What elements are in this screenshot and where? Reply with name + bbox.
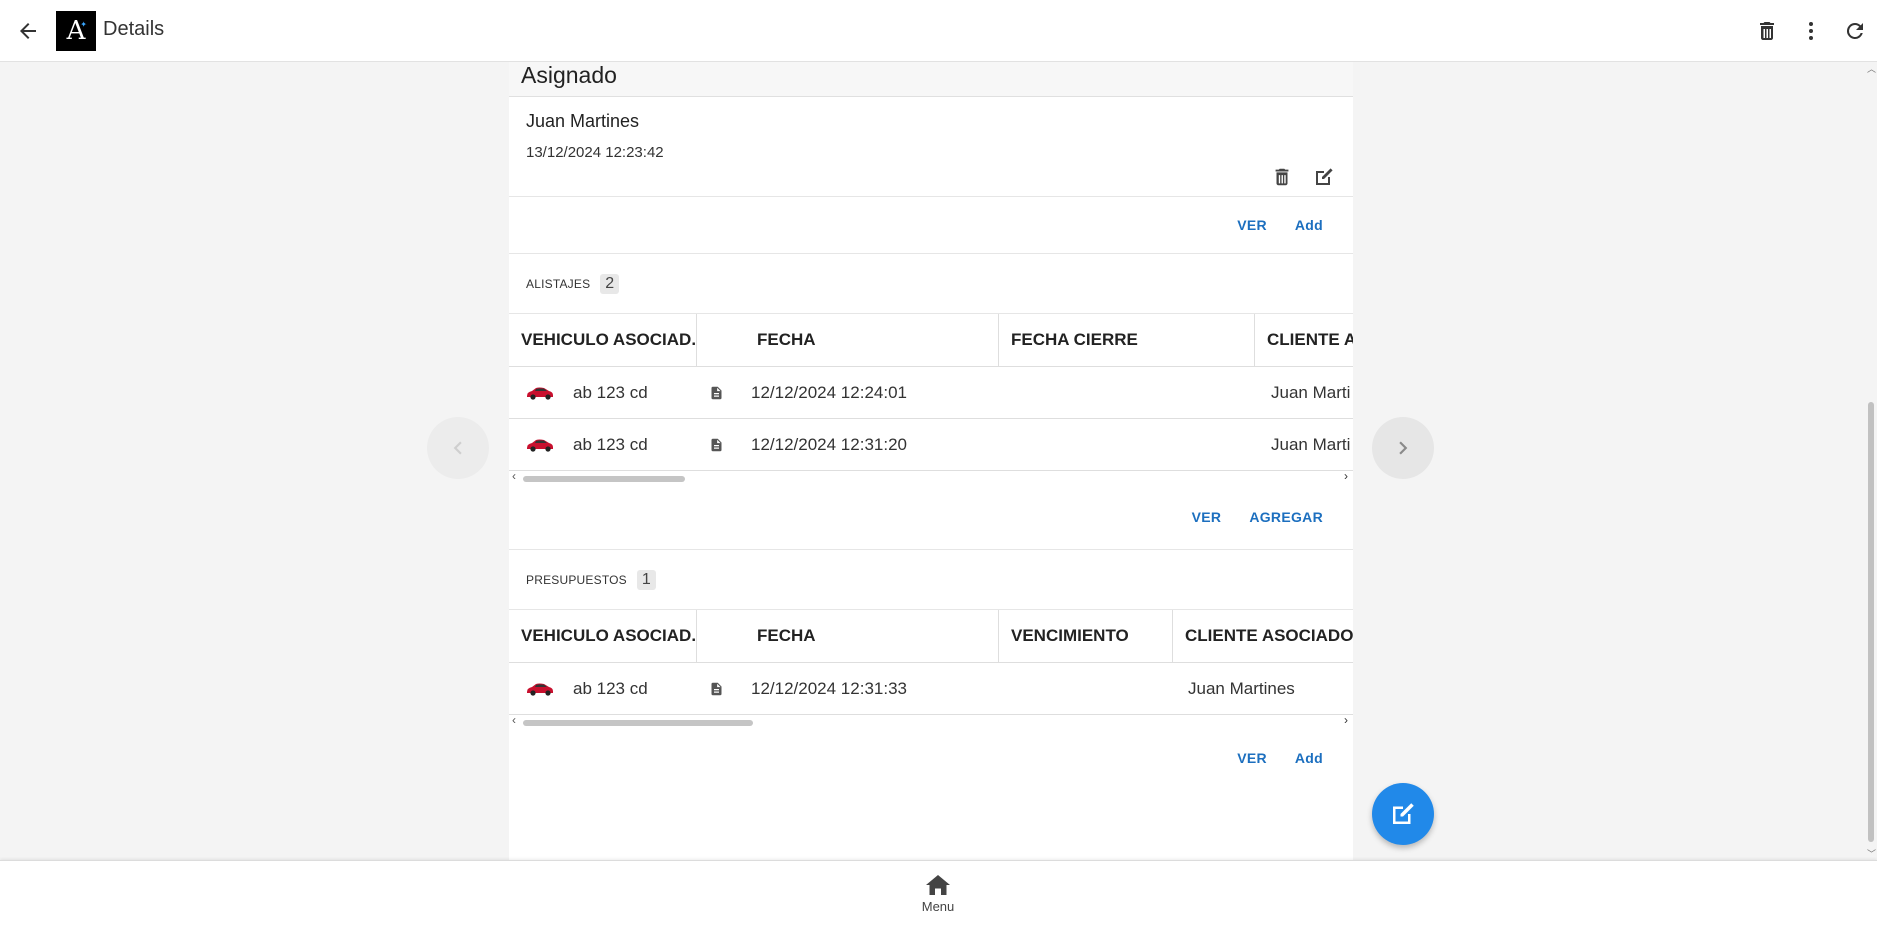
trash-icon bbox=[1760, 22, 1774, 40]
fecha-cierre-cell bbox=[999, 419, 1255, 470]
presupuestos-header: PRESUPUESTOS 1 bbox=[509, 550, 1353, 610]
column-header-cliente[interactable]: CLIENTE ASOCIADO bbox=[1173, 610, 1353, 662]
chevron-left-icon bbox=[453, 441, 462, 455]
scroll-down-arrow[interactable]: ﹀ bbox=[1867, 847, 1876, 860]
page-title: Details bbox=[103, 18, 165, 40]
horizontal-scroll-thumb[interactable] bbox=[523, 720, 753, 726]
home-icon bbox=[926, 875, 950, 895]
alistajes-count-badge: 2 bbox=[600, 273, 620, 294]
menu-nav-label: Menu bbox=[921, 899, 955, 914]
presupuestos-add-button[interactable]: Add bbox=[1281, 744, 1337, 772]
alistajes-horizontal-scrollbar[interactable]: ‹ › bbox=[509, 469, 1353, 485]
chevron-right-icon bbox=[1399, 441, 1408, 455]
alistajes-links: VER AGREGAR bbox=[509, 485, 1353, 550]
back-button[interactable] bbox=[8, 11, 48, 51]
trash-icon bbox=[1275, 168, 1289, 186]
asignado-links: VER Add bbox=[509, 197, 1353, 254]
logo-accent: ✦ bbox=[80, 20, 87, 29]
column-header-vehiculo[interactable]: VEHICULO ASOCIAD... bbox=[509, 314, 697, 366]
fecha-value: 12/12/2024 12:31:20 bbox=[751, 434, 907, 454]
scroll-right-arrow[interactable]: › bbox=[1344, 713, 1348, 727]
presupuestos-table: VEHICULO ASOCIAD... FECHA VENCIMIENTO CL… bbox=[509, 610, 1353, 729]
presupuestos-ver-button[interactable]: VER bbox=[1223, 744, 1281, 772]
asignado-edit-button[interactable] bbox=[1303, 161, 1345, 193]
scrollbar-thumb[interactable] bbox=[1868, 402, 1874, 842]
document-icon bbox=[711, 386, 722, 399]
vehicle-plate: ab 123 cd bbox=[573, 382, 648, 402]
column-header-fecha-cierre[interactable]: FECHA CIERRE bbox=[999, 314, 1255, 366]
asignado-add-button[interactable]: Add bbox=[1281, 211, 1337, 239]
asignado-name: Juan Martines bbox=[526, 111, 640, 131]
presupuestos-count-badge: 1 bbox=[636, 569, 656, 590]
alistajes-table: VEHICULO ASOCIAD... FECHA FECHA CIERRE C… bbox=[509, 314, 1353, 485]
details-panel: Asignado Juan Martines 13/12/2024 12:23:… bbox=[509, 62, 1353, 860]
top-app-bar: A ✦ Details bbox=[0, 0, 1877, 62]
edit-fab-button[interactable] bbox=[1372, 783, 1434, 845]
asignado-actions bbox=[1261, 161, 1345, 193]
fecha-cell: 12/12/2024 12:31:33 bbox=[697, 663, 999, 714]
cliente-cell: Juan Martines bbox=[1188, 678, 1295, 698]
carousel-next-button[interactable] bbox=[1372, 417, 1434, 479]
alistajes-ver-button[interactable]: VER bbox=[1178, 503, 1236, 531]
fecha-value: 12/12/2024 12:31:33 bbox=[751, 678, 907, 698]
edit-icon bbox=[1316, 168, 1333, 185]
car-icon bbox=[527, 683, 553, 696]
cliente-cell: Juan Marti bbox=[1271, 434, 1351, 454]
asignado-ver-button[interactable]: VER bbox=[1223, 211, 1281, 239]
document-icon bbox=[711, 438, 722, 451]
vencimiento-cell bbox=[999, 663, 1173, 714]
top-actions bbox=[1745, 11, 1877, 51]
vehicle-plate: ab 123 cd bbox=[573, 434, 648, 454]
cliente-cell: Juan Marti bbox=[1271, 382, 1351, 402]
column-header-fecha[interactable]: FECHA bbox=[697, 610, 999, 662]
vehicle-cell: ab 123 cd bbox=[509, 419, 697, 470]
edit-icon bbox=[1393, 803, 1414, 824]
app-logo: A ✦ bbox=[56, 11, 96, 51]
fecha-cell: 12/12/2024 12:31:20 bbox=[697, 419, 999, 470]
menu-nav-item[interactable]: Menu bbox=[908, 873, 968, 914]
column-header-cliente[interactable]: CLIENTE A bbox=[1255, 314, 1353, 366]
alistajes-agregar-button[interactable]: AGREGAR bbox=[1235, 503, 1337, 531]
column-header-fecha[interactable]: FECHA bbox=[697, 314, 999, 366]
refresh-icon bbox=[1846, 22, 1863, 39]
car-icon bbox=[527, 439, 553, 452]
asignado-title: Asignado bbox=[509, 62, 1353, 97]
vehicle-cell: ab 123 cd bbox=[509, 367, 697, 418]
alistajes-label: ALISTAJES bbox=[526, 276, 591, 291]
scroll-up-arrow[interactable]: ︿ bbox=[1867, 62, 1876, 75]
car-icon bbox=[527, 387, 553, 400]
table-header-row: VEHICULO ASOCIAD... FECHA VENCIMIENTO CL… bbox=[509, 610, 1353, 663]
scroll-left-arrow[interactable]: ‹ bbox=[512, 469, 516, 483]
page-scrollbar[interactable]: ︿ ﹀ bbox=[1865, 62, 1877, 860]
column-header-vehiculo[interactable]: VEHICULO ASOCIAD... bbox=[509, 610, 697, 662]
asignado-delete-button[interactable] bbox=[1261, 161, 1303, 193]
table-row[interactable]: ab 123 cd 12/12/2024 12:24:01 Juan Marti bbox=[509, 367, 1353, 419]
column-header-vencimiento[interactable]: VENCIMIENTO bbox=[999, 610, 1173, 662]
presupuestos-links: VER Add bbox=[509, 729, 1353, 786]
scroll-left-arrow[interactable]: ‹ bbox=[512, 713, 516, 727]
refresh-button[interactable] bbox=[1833, 11, 1877, 51]
carousel-prev-button[interactable] bbox=[427, 417, 489, 479]
document-icon bbox=[711, 682, 722, 695]
delete-button[interactable] bbox=[1745, 11, 1789, 51]
alistajes-header: ALISTAJES 2 bbox=[509, 254, 1353, 314]
scroll-right-arrow[interactable]: › bbox=[1344, 469, 1348, 483]
presupuestos-horizontal-scrollbar[interactable]: ‹ › bbox=[509, 713, 1353, 729]
more-options-button[interactable] bbox=[1789, 11, 1833, 51]
table-row[interactable]: ab 123 cd 12/12/2024 12:31:20 Juan Marti bbox=[509, 419, 1353, 471]
asignado-card: Juan Martines 13/12/2024 12:23:42 bbox=[509, 97, 1353, 197]
fecha-cierre-cell bbox=[999, 367, 1255, 418]
horizontal-scroll-thumb[interactable] bbox=[523, 476, 685, 482]
fecha-cell: 12/12/2024 12:24:01 bbox=[697, 367, 999, 418]
fecha-value: 12/12/2024 12:24:01 bbox=[751, 382, 907, 402]
vehicle-plate: ab 123 cd bbox=[573, 678, 648, 698]
vehicle-cell: ab 123 cd bbox=[509, 663, 697, 714]
bottom-navigation: Menu bbox=[0, 860, 1877, 926]
more-vert-icon bbox=[1809, 22, 1813, 40]
table-header-row: VEHICULO ASOCIAD... FECHA FECHA CIERRE C… bbox=[509, 314, 1353, 367]
asignado-date: 13/12/2024 12:23:42 bbox=[526, 144, 664, 161]
back-arrow-icon bbox=[20, 23, 36, 39]
table-row[interactable]: ab 123 cd 12/12/2024 12:31:33 Juan Marti… bbox=[509, 663, 1353, 715]
presupuestos-label: PRESUPUESTOS bbox=[526, 572, 627, 587]
